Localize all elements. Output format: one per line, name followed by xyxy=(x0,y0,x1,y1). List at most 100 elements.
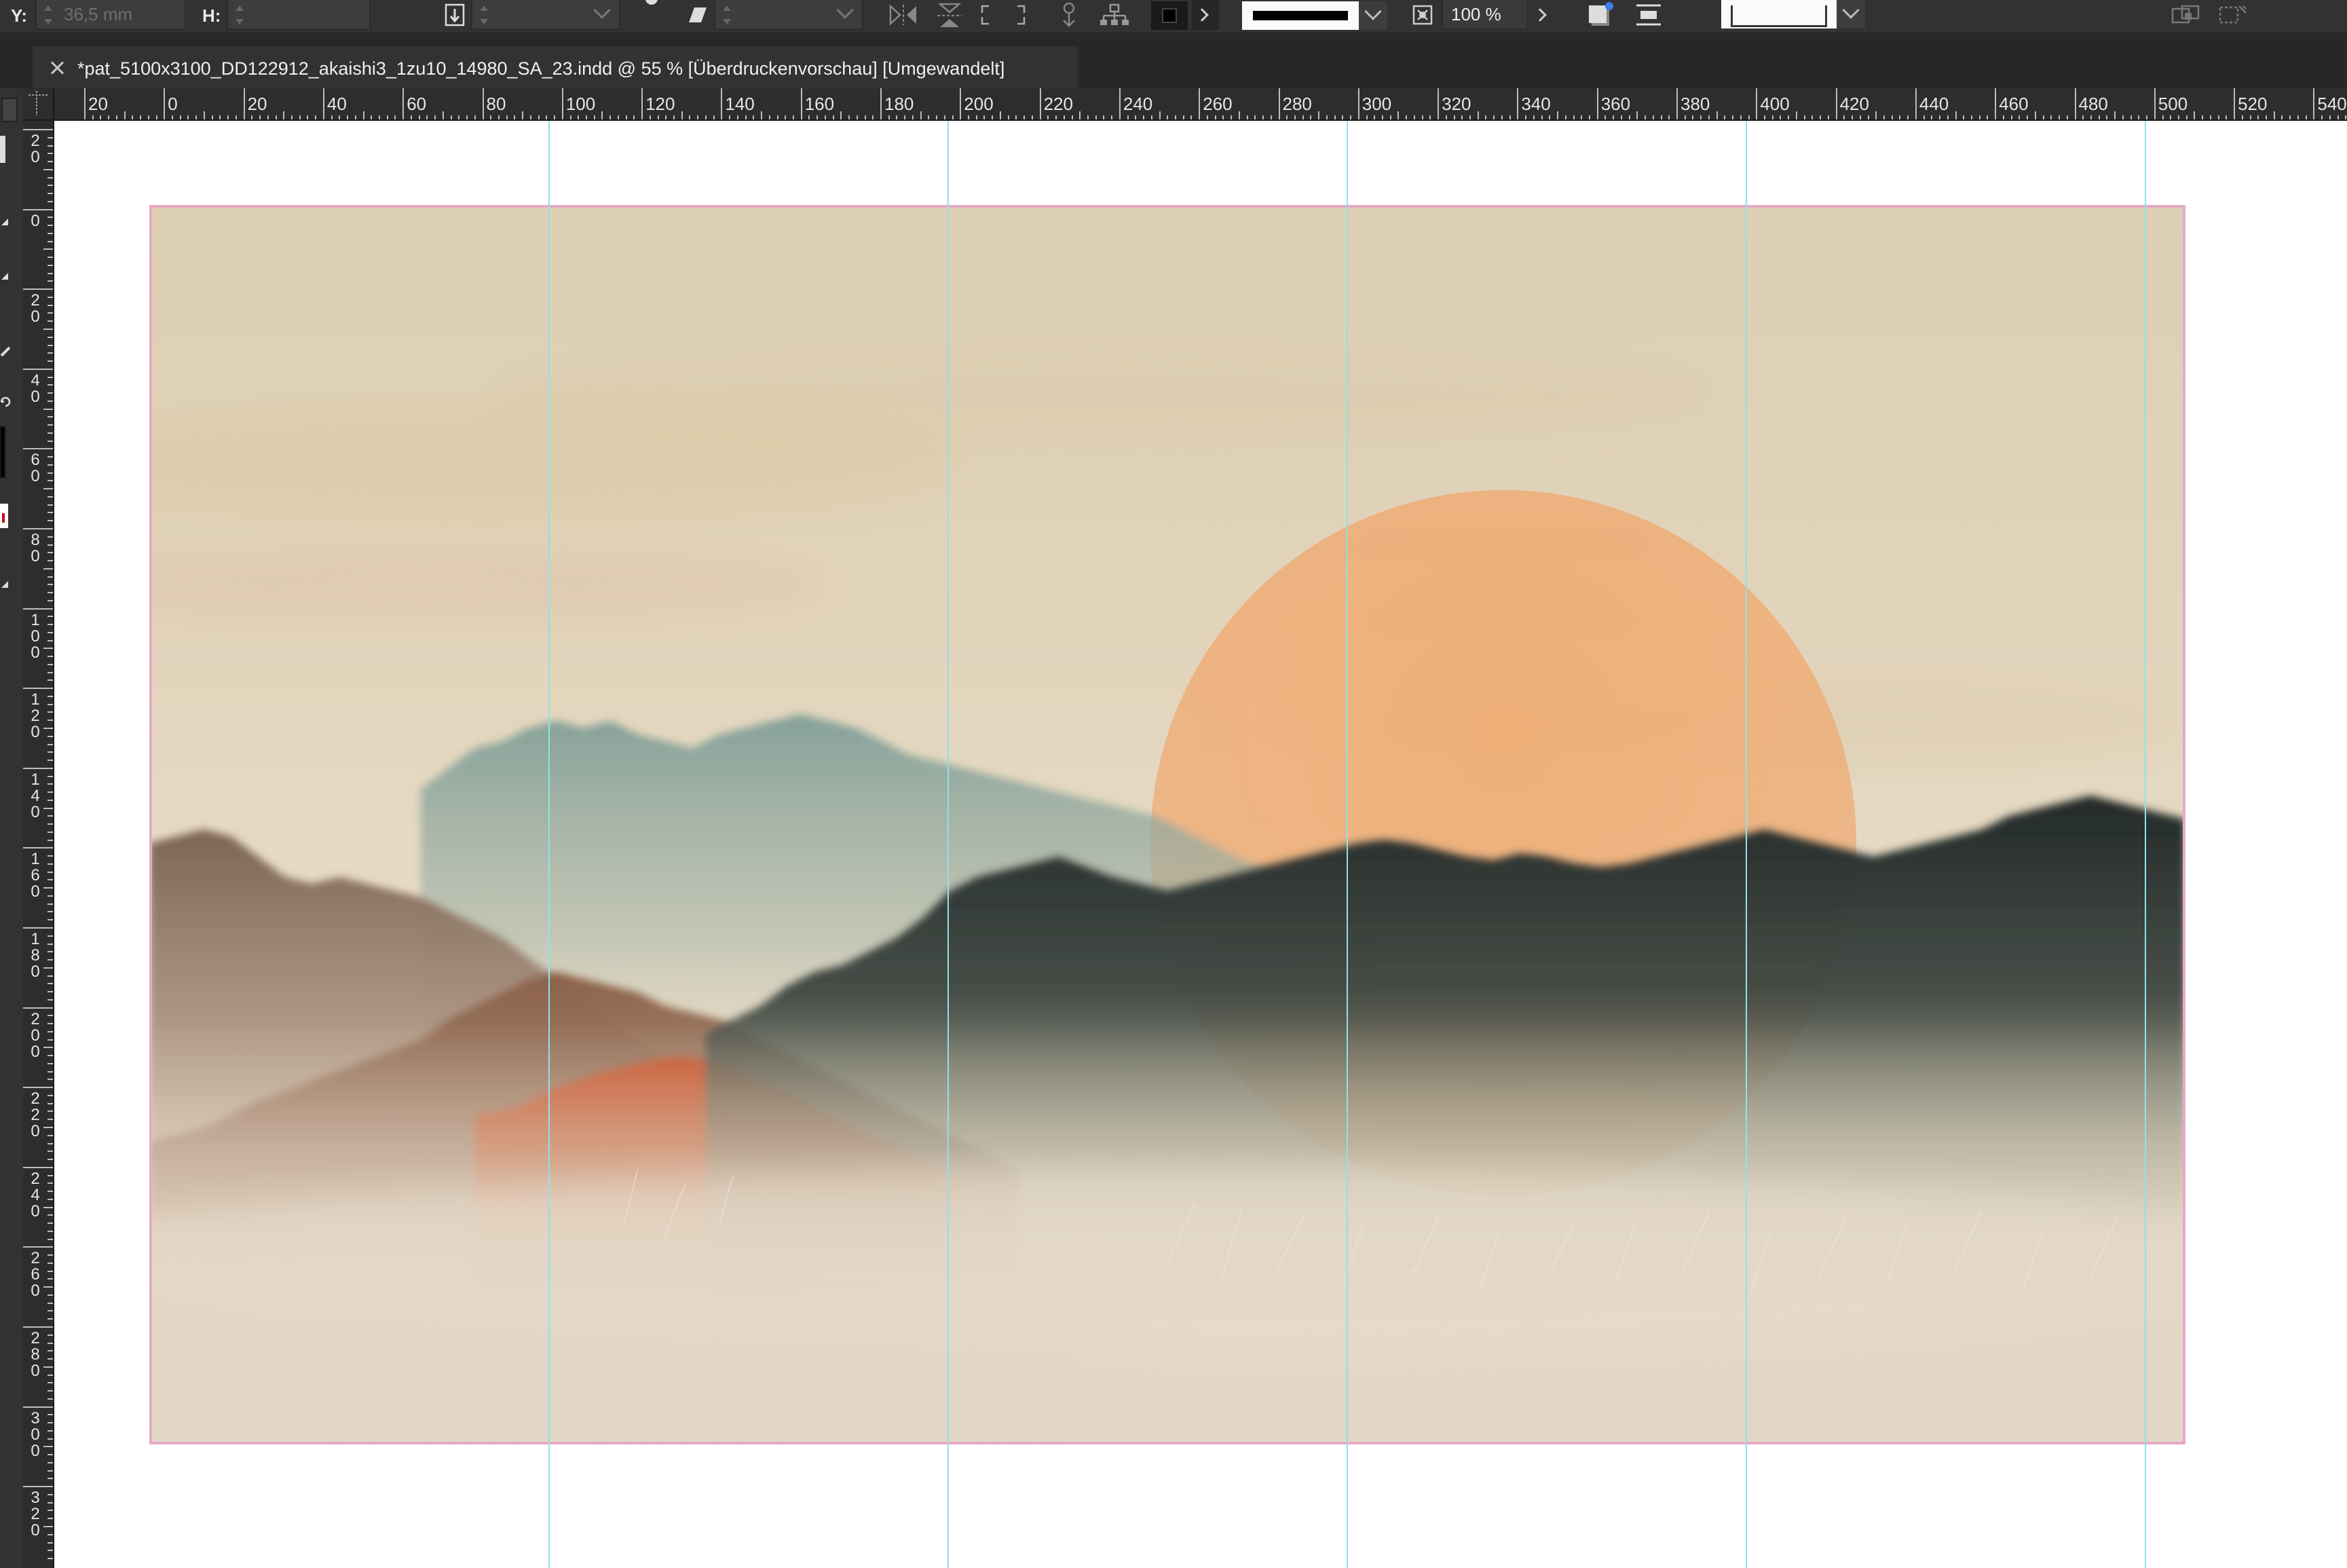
ruler-minor-tick xyxy=(48,1382,53,1384)
ruler-minor-tick xyxy=(48,440,53,442)
ruler-minor-tick xyxy=(1827,115,1829,119)
tool-collapse-button[interactable] xyxy=(1,98,18,122)
pencil-tool-icon[interactable] xyxy=(0,346,11,357)
ruler-minor-tick xyxy=(2297,115,2299,119)
ruler-minor-tick xyxy=(1978,115,1980,119)
ruler-major-tick xyxy=(322,88,324,119)
select-container-icon[interactable] xyxy=(1053,0,1085,30)
ruler-minor-tick xyxy=(100,115,102,119)
ruler-major-tick xyxy=(1119,88,1121,119)
direct-select-tool-icon[interactable] xyxy=(0,217,10,227)
ruler-minor-tick xyxy=(48,536,53,538)
ruler-minor-tick xyxy=(1469,115,1471,119)
ruler-minor-tick xyxy=(48,631,53,633)
chevron-down-icon[interactable] xyxy=(593,1,611,19)
frame-fitting-icon[interactable] xyxy=(1721,0,1837,29)
ruler-label: 320 xyxy=(1442,94,1471,114)
ruler-minor-tick xyxy=(48,1414,53,1416)
ruler-minor-tick xyxy=(952,115,954,119)
ruler-minor-tick xyxy=(1963,115,1965,119)
hierarchy-icon[interactable] xyxy=(1097,0,1132,30)
opacity-field[interactable]: 100 % xyxy=(1442,0,1528,30)
close-icon[interactable] xyxy=(46,57,68,79)
ruler-label: 20 xyxy=(31,291,40,326)
shear-icon[interactable] xyxy=(684,0,711,30)
ruler-minor-tick xyxy=(43,1366,53,1368)
stroke-color-swatch[interactable] xyxy=(0,504,8,528)
flip-vertical-icon[interactable] xyxy=(934,0,965,30)
ruler-minor-tick xyxy=(48,200,53,202)
rotate-tool-icon[interactable] xyxy=(0,395,11,407)
ruler-label: 80 xyxy=(486,94,506,114)
ruler-minor-tick xyxy=(48,1358,53,1360)
ruler-minor-tick xyxy=(379,115,380,119)
ruler-minor-tick xyxy=(211,115,213,119)
y-position-field[interactable]: 36,5 mm xyxy=(35,0,186,30)
horizontal-ruler[interactable]: 20 0 20 40 60 80 100 120 140 160 180 200 220 240 260 28… xyxy=(54,88,2347,121)
ruler-minor-tick xyxy=(48,1390,53,1392)
flip-horizontal-icon[interactable] xyxy=(886,0,920,30)
height-field[interactable] xyxy=(227,0,371,30)
ruler-minor-tick xyxy=(48,791,53,794)
ruler-minor-tick xyxy=(1700,115,1702,119)
ruler-minor-tick xyxy=(92,115,94,119)
frame-fitting-dropdown[interactable] xyxy=(1837,0,1865,29)
fill-color-swatch[interactable] xyxy=(0,426,5,478)
ruler-minor-tick xyxy=(466,115,468,119)
ruler-minor-tick xyxy=(1302,115,1304,119)
ruler-minor-tick xyxy=(1604,115,1607,119)
column-guide[interactable] xyxy=(1746,121,1747,1568)
shear-angle-field[interactable] xyxy=(714,0,863,30)
ruler-minor-tick xyxy=(546,115,548,119)
fill-swatch-icon[interactable] xyxy=(1151,1,1188,30)
ruler-minor-tick xyxy=(1063,115,1065,119)
ruler-major-tick xyxy=(23,129,53,130)
column-guide[interactable] xyxy=(2145,121,2146,1568)
h-stepper-icon[interactable] xyxy=(235,5,244,24)
reference-point-icon[interactable] xyxy=(441,0,468,30)
vertical-ruler[interactable]: 2002040608010012014016018020022024026028… xyxy=(23,121,54,1568)
column-guide[interactable] xyxy=(947,121,949,1568)
ruler-minor-tick xyxy=(283,111,285,119)
control-bar: Y: 36,5 mm H: 100 % xyxy=(0,0,2347,34)
chevron-down-icon[interactable] xyxy=(836,1,854,19)
ruler-minor-tick xyxy=(2170,115,2172,119)
auto-fit-icon[interactable] xyxy=(2169,0,2203,30)
rotate-small-icon[interactable] xyxy=(638,0,665,14)
column-guide[interactable] xyxy=(1347,121,1348,1568)
content-aware-fit-icon[interactable] xyxy=(2217,0,2251,30)
screen-mode-icon[interactable] xyxy=(0,580,10,589)
document-tab[interactable]: *pat_5100x3100_DD122912_akaishi3_1zu10_1… xyxy=(33,46,1078,88)
ruler-minor-tick xyxy=(1238,111,1240,119)
ruler-minor-tick xyxy=(1175,115,1176,119)
stroke-weight-dropdown[interactable] xyxy=(1359,1,1387,30)
page-tool-icon[interactable] xyxy=(0,272,10,281)
fill-arrow-button[interactable] xyxy=(1192,0,1219,30)
rotation-field[interactable] xyxy=(471,0,620,30)
shear-stepper-icon[interactable] xyxy=(722,5,732,24)
selection-tool-icon[interactable] xyxy=(0,136,5,163)
ruler-major-tick xyxy=(2313,88,2315,119)
opacity-next-button[interactable] xyxy=(1531,0,1556,30)
y-stepper-icon[interactable] xyxy=(43,5,53,24)
landscape-artwork[interactable] xyxy=(149,205,2185,1444)
ruler-minor-tick xyxy=(235,115,237,119)
rotation-stepper-icon[interactable] xyxy=(479,5,489,24)
ruler-minor-tick xyxy=(529,115,531,119)
ruler-label: 460 xyxy=(1999,94,2029,114)
ruler-minor-tick xyxy=(48,1430,53,1432)
ruler-origin[interactable] xyxy=(23,88,54,121)
ruler-major-tick xyxy=(721,88,723,119)
column-guide[interactable] xyxy=(548,121,550,1568)
ruler-minor-tick xyxy=(2337,115,2339,119)
ruler-major-tick xyxy=(2154,88,2156,119)
ruler-label: 180 xyxy=(884,94,914,114)
frame-corners-icon[interactable] xyxy=(979,0,1028,30)
stroke-weight-icon[interactable] xyxy=(1242,1,1359,30)
ruler-label: 540 xyxy=(2317,94,2347,114)
drop-shadow-icon[interactable] xyxy=(1585,0,1617,30)
ruler-minor-tick xyxy=(689,115,691,119)
text-wrap-icon[interactable] xyxy=(1633,0,1664,30)
ruler-minor-tick xyxy=(761,111,763,119)
ruler-minor-tick xyxy=(299,115,301,119)
